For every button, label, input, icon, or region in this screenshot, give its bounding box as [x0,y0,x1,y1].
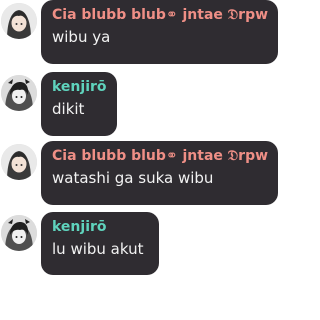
user-avatar[interactable] [1,144,37,180]
message-text: watashi ga suka wibu [52,169,214,187]
author-name[interactable]: Cia blubb blub⚭ jntae 𝔇rpw [52,147,268,165]
message-bubble: kenjirō lu wibu akut [41,212,159,275]
user-avatar[interactable] [1,215,37,251]
author-name[interactable]: kenjirō [52,78,107,96]
message-bubble: Cia blubb blub⚭ jntae 𝔇rpw watashi ga su… [41,141,278,205]
message-text: lu wibu akut [52,240,144,258]
author-name[interactable]: Cia blubb blub⚭ jntae 𝔇rpw [52,6,268,24]
user-avatar[interactable] [1,75,37,111]
message-bubble: kenjirō dikit [41,72,117,136]
message-text: wibu ya [52,28,111,46]
author-name[interactable]: kenjirō [52,218,148,236]
message-bubble: Cia blubb blub⚭ jntae 𝔇rpw wibu ya [41,0,278,64]
user-avatar[interactable] [1,3,37,39]
message-text: dikit [52,100,85,118]
